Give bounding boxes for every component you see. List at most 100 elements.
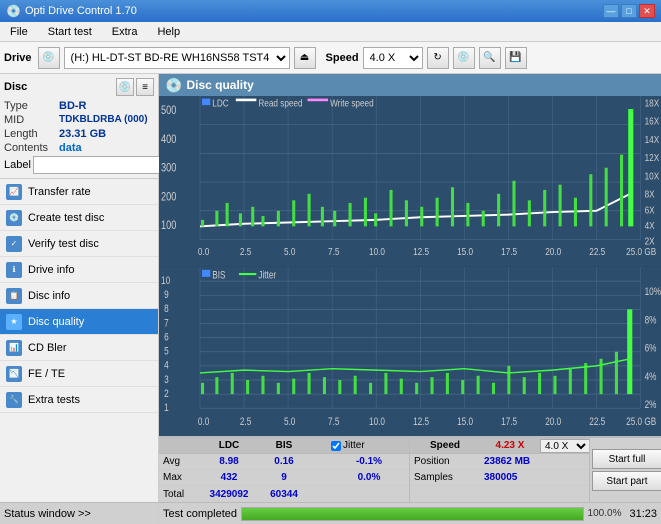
maximize-button[interactable]: □	[621, 4, 637, 18]
app-title: Opti Drive Control 1.70	[25, 5, 137, 17]
svg-text:10X: 10X	[645, 171, 660, 182]
menu-file[interactable]: File	[4, 25, 34, 39]
svg-text:9: 9	[164, 288, 169, 301]
bottom-chart-svg: 10 9 8 7 6 5 4 3 2 1 10% 8% 6% 4% 2%	[159, 267, 661, 437]
svg-text:15.0: 15.0	[457, 246, 473, 257]
svg-text:8%: 8%	[645, 314, 657, 327]
eject-button[interactable]: ⏏	[294, 47, 316, 69]
svg-text:4: 4	[164, 359, 169, 372]
svg-text:LDC: LDC	[212, 98, 229, 109]
svg-text:6: 6	[164, 331, 169, 344]
svg-text:2: 2	[164, 387, 169, 400]
time-display: 31:23	[629, 508, 657, 520]
disc-panel: Disc 💿 ≡ Type BD-R MID TDKBLDRBA (000) L…	[0, 74, 158, 179]
sidebar-item-cd-bler[interactable]: 📊 CD Bler	[0, 335, 158, 361]
disc-length-value: 23.31 GB	[59, 128, 106, 140]
stat-max-bis: 9	[259, 472, 309, 483]
sidebar-item-disc-info[interactable]: 📋 Disc info	[0, 283, 158, 309]
stat-max-jitter: 0.0%	[329, 472, 409, 483]
stat-max-ldc: 432	[199, 472, 259, 483]
disc-button[interactable]: 💿	[453, 47, 475, 69]
disc-length-label: Length	[4, 128, 59, 140]
jitter-checkbox[interactable]	[331, 441, 341, 451]
svg-text:BIS: BIS	[212, 269, 226, 282]
svg-text:Write speed: Write speed	[330, 98, 374, 109]
stats-panel: LDC BIS Jitter Avg 8.98 0.16	[159, 436, 661, 502]
nav-items: 📈 Transfer rate 💿 Create test disc ✓ Ver…	[0, 179, 158, 502]
title-bar: 💿 Opti Drive Control 1.70 — □ ✕	[0, 0, 661, 22]
svg-text:14X: 14X	[645, 134, 660, 145]
samples-value: 380005	[480, 472, 590, 483]
menu-extra[interactable]: Extra	[106, 25, 144, 39]
svg-text:8X: 8X	[645, 189, 656, 200]
extra-tests-icon: 🔧	[6, 392, 22, 408]
start-part-button[interactable]: Start part	[592, 471, 661, 491]
svg-text:Jitter: Jitter	[258, 269, 276, 282]
speed-current-value: 4.23 X	[480, 440, 540, 451]
stat-avg-ldc: 8.98	[199, 456, 259, 467]
progress-bar	[241, 507, 584, 521]
minimize-button[interactable]: —	[603, 4, 619, 18]
status-window-label: Status window >>	[4, 508, 91, 520]
sidebar-item-label-disc-info: Disc info	[28, 290, 70, 302]
disc-icon-btn-1[interactable]: 💿	[116, 78, 134, 96]
toolbar: Drive 💿 (H:) HL-DT-ST BD-RE WH16NS58 TST…	[0, 42, 661, 74]
transfer-rate-icon: 📈	[6, 184, 22, 200]
svg-text:100: 100	[161, 219, 176, 232]
speed-select[interactable]: 4.0 X	[363, 47, 423, 69]
svg-text:6%: 6%	[645, 342, 657, 355]
position-label: Position	[410, 456, 480, 467]
bottom-chart: 10 9 8 7 6 5 4 3 2 1 10% 8% 6% 4% 2%	[159, 267, 661, 437]
svg-text:7.5: 7.5	[328, 246, 339, 257]
svg-text:5.0: 5.0	[284, 416, 296, 429]
status-text: Test completed	[163, 508, 237, 520]
svg-text:18X: 18X	[645, 98, 660, 109]
action-buttons: Start full Start part	[589, 438, 661, 502]
disc-mid-label: MID	[4, 114, 59, 126]
svg-text:15.0: 15.0	[457, 416, 473, 429]
disc-mid-row: MID TDKBLDRBA (000)	[4, 114, 154, 126]
drive-select[interactable]: (H:) HL-DT-ST BD-RE WH16NS58 TST4	[64, 47, 290, 69]
status-window-button[interactable]: Status window >>	[0, 502, 158, 524]
disc-contents-label: Contents	[4, 142, 59, 154]
chart-header-icon: 💿	[165, 77, 182, 94]
svg-text:6X: 6X	[645, 204, 656, 215]
sidebar-item-transfer-rate[interactable]: 📈 Transfer rate	[0, 179, 158, 205]
speed-setting-select[interactable]: 4.0 X	[540, 439, 590, 453]
svg-text:4X: 4X	[645, 220, 656, 231]
sidebar-item-drive-info[interactable]: ℹ Drive info	[0, 257, 158, 283]
sidebar-item-fe-te[interactable]: 📉 FE / TE	[0, 361, 158, 387]
svg-text:7.5: 7.5	[328, 416, 340, 429]
disc-contents-value: data	[59, 142, 82, 154]
bottom-bar: Test completed 100.0% 31:23	[159, 502, 661, 524]
stat-total-bis: 60344	[259, 489, 309, 500]
svg-text:3: 3	[164, 373, 169, 386]
svg-text:5: 5	[164, 345, 169, 358]
sidebar-item-create-test-disc[interactable]: 💿 Create test disc	[0, 205, 158, 231]
menu-help[interactable]: Help	[151, 25, 186, 39]
stat-total-ldc: 3429092	[199, 489, 259, 500]
svg-text:4%: 4%	[645, 370, 657, 383]
start-full-button[interactable]: Start full	[592, 449, 661, 469]
svg-text:20.0: 20.0	[545, 416, 561, 429]
svg-text:17.5: 17.5	[501, 416, 517, 429]
close-button[interactable]: ✕	[639, 4, 655, 18]
sidebar-item-extra-tests[interactable]: 🔧 Extra tests	[0, 387, 158, 413]
disc-label-input[interactable]	[33, 156, 167, 174]
sidebar-item-disc-quality[interactable]: ★ Disc quality	[0, 309, 158, 335]
unknown-button[interactable]: 🔍	[479, 47, 501, 69]
app-icon: 💿	[6, 4, 21, 18]
svg-text:25.0 GB: 25.0 GB	[626, 246, 656, 257]
cd-bler-icon: 📊	[6, 340, 22, 356]
svg-text:2%: 2%	[645, 399, 657, 412]
disc-label-text: Label	[4, 159, 31, 171]
sidebar-item-label-create-test-disc: Create test disc	[28, 212, 104, 224]
drive-icon-button[interactable]: 💿	[38, 47, 60, 69]
save-button[interactable]: 💾	[505, 47, 527, 69]
sidebar-item-verify-test-disc[interactable]: ✓ Verify test disc	[0, 231, 158, 257]
svg-text:200: 200	[161, 190, 176, 203]
disc-icon-btn-2[interactable]: ≡	[136, 78, 154, 96]
jitter-label: Jitter	[343, 440, 365, 451]
refresh-button[interactable]: ↻	[427, 47, 449, 69]
menu-start-test[interactable]: Start test	[42, 25, 98, 39]
